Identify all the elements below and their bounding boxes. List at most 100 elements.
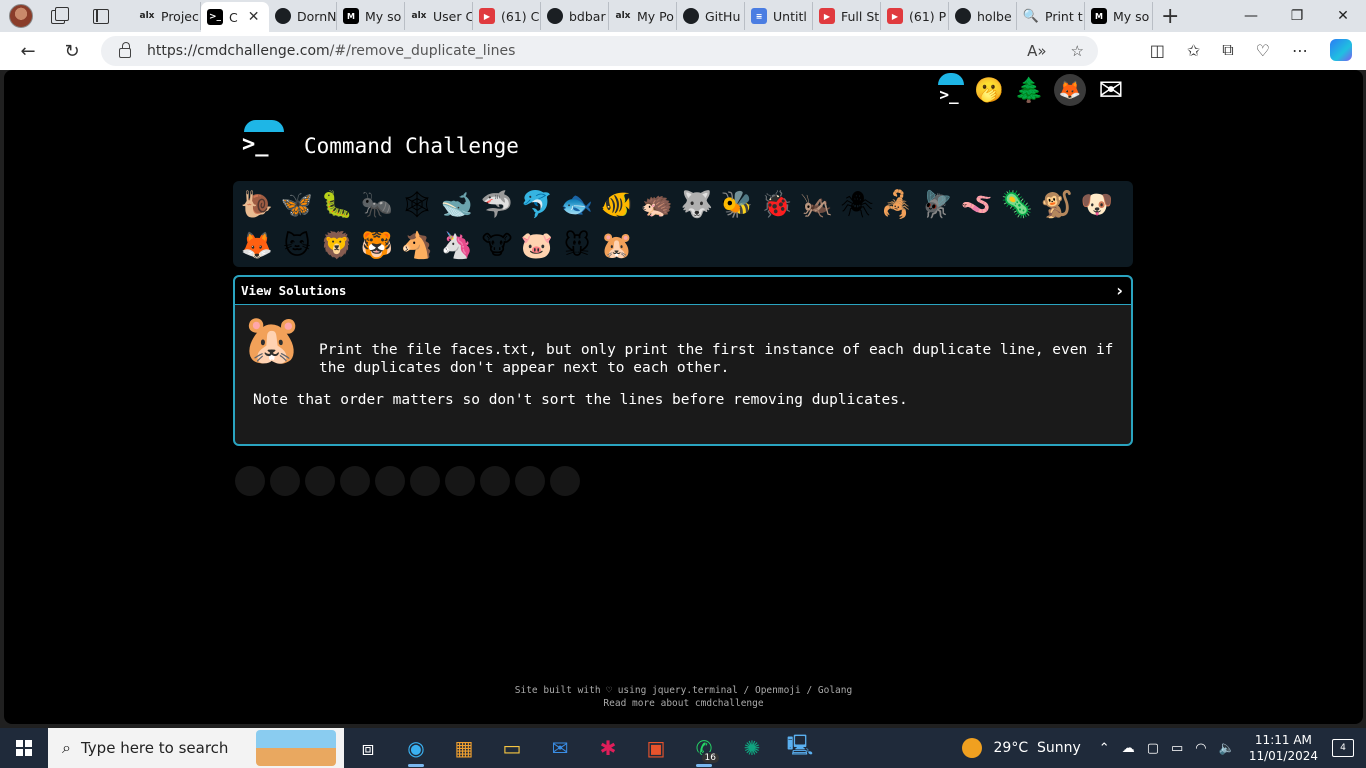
browser-tab[interactable]: ▶ (61) P <box>881 2 949 30</box>
challenge-animal-icon[interactable]: 🐌 <box>237 185 277 225</box>
edge-browser-icon[interactable]: ◉ <box>392 728 440 768</box>
challenge-animal-icon[interactable]: 🐞 <box>757 185 797 225</box>
profile-avatar[interactable] <box>9 4 33 28</box>
challenge-animal-icon[interactable]: 🐒 <box>1037 185 1077 225</box>
browser-tab[interactable]: DornN <box>269 2 337 30</box>
challenge-animal-icon[interactable]: 🕷 <box>837 185 877 225</box>
challenge-animal-icon[interactable]: 🐱 <box>277 226 317 266</box>
envelope-icon[interactable]: ✉ <box>1096 73 1126 108</box>
browser-tab[interactable]: GitHu <box>677 2 745 30</box>
tab-actions-icon[interactable] <box>91 6 111 26</box>
browser-tab[interactable]: ▶ (61) C <box>473 2 541 30</box>
challenge-animal-icon[interactable]: 🦔 <box>637 185 677 225</box>
task-view-icon[interactable]: ⧈ <box>344 728 392 768</box>
read-aloud-icon[interactable]: A» <box>1027 42 1046 60</box>
challenge-animal-icon[interactable]: 🦈 <box>477 185 517 225</box>
challenge-animal-icon[interactable]: 🦋 <box>277 185 317 225</box>
browser-tab[interactable]: M My so <box>337 2 405 30</box>
favorite-star-icon[interactable]: ☆ <box>1071 42 1084 60</box>
challenge-animal-icon[interactable]: 🐺 <box>677 185 717 225</box>
gitlab-icon[interactable]: 🦊 <box>1054 74 1086 106</box>
challenge-animal-icon[interactable]: 🐷 <box>517 226 557 266</box>
footer-credits[interactable]: Site built with ♡ using jquery.terminal … <box>4 684 1363 697</box>
split-screen-icon[interactable]: ◫ <box>1150 41 1165 60</box>
network-drive-icon[interactable]: ☁ <box>1122 741 1135 756</box>
whatsapp-icon[interactable]: ✆ 16 <box>680 728 728 768</box>
device-icon[interactable]: ▢ <box>1147 741 1159 756</box>
challenge-animal-icon[interactable]: 🐯 <box>357 226 397 266</box>
tree-icon[interactable]: 🌲 <box>1014 75 1044 105</box>
challenge-animal-icon[interactable]: 🐛 <box>317 185 357 225</box>
chatgpt-icon[interactable]: ✺ <box>728 728 776 768</box>
more-menu-icon[interactable]: ⋯ <box>1292 41 1308 60</box>
challenge-text: Print the file faces.txt, but only print… <box>319 342 1114 376</box>
challenge-animal-icon[interactable]: 🐝 <box>717 185 757 225</box>
notification-center-icon[interactable]: 4 <box>1332 739 1354 757</box>
challenge-animal-icon[interactable]: 🐮 <box>477 226 517 266</box>
challenge-animal-icon[interactable]: 🐠 <box>597 185 637 225</box>
browser-tab[interactable]: M My so <box>1085 2 1153 30</box>
mail-icon[interactable]: ✉ <box>536 728 584 768</box>
challenge-animal-icon[interactable]: 🦠 <box>997 185 1037 225</box>
lock-icon[interactable] <box>119 42 131 58</box>
browser-tab[interactable]: alx Projec <box>133 2 201 30</box>
tab-close-icon[interactable]: ✕ <box>248 9 260 25</box>
workspaces-icon[interactable] <box>49 6 69 26</box>
browser-tab[interactable]: ▶ Full St <box>813 2 881 30</box>
challenge-animal-icon[interactable]: 🐹 <box>597 226 637 266</box>
browser-tab[interactable]: alx User C <box>405 2 473 30</box>
challenge-animal-icon[interactable]: 🐜 <box>357 185 397 225</box>
surprised-face-icon[interactable]: 🫢 <box>974 75 1004 105</box>
browser-tab[interactable]: ≡ Untitl <box>745 2 813 30</box>
close-window-button[interactable]: ✕ <box>1320 0 1366 32</box>
loading-dot <box>480 466 510 496</box>
taskbar-clock[interactable]: 11:11 AM 11/01/2024 <box>1249 732 1318 764</box>
collections-icon[interactable]: ⧉ <box>1222 40 1233 60</box>
challenge-animal-icon[interactable]: 🐬 <box>517 185 557 225</box>
site-logo-icon[interactable]: >_ <box>240 120 284 164</box>
office-icon[interactable]: ▣ <box>632 728 680 768</box>
chevron-up-icon[interactable]: ⌃ <box>1099 741 1110 756</box>
minimize-button[interactable]: — <box>1228 0 1274 32</box>
challenge-animal-icon[interactable]: 🦗 <box>797 185 837 225</box>
wifi-icon[interactable]: ◠ <box>1195 741 1206 756</box>
browser-tab[interactable]: 🔍 Print t <box>1017 2 1085 30</box>
challenge-animal-icon[interactable]: 🐟 <box>557 185 597 225</box>
terminal-logo-icon[interactable]: >_ <box>934 73 964 105</box>
remote-desktop-icon[interactable]: 🖳 <box>776 728 824 768</box>
challenge-animal-icon[interactable]: 🪱 <box>957 185 997 225</box>
start-button[interactable] <box>0 728 48 768</box>
challenge-animal-icon[interactable]: 🐋 <box>437 185 477 225</box>
address-bar[interactable]: https://cmdchallenge.com/#/remove_duplic… <box>101 36 1098 66</box>
refresh-button[interactable]: ↻ <box>60 39 84 63</box>
view-solutions-toggle[interactable]: View Solutions › <box>235 277 1131 305</box>
restore-button[interactable]: ❐ <box>1274 0 1320 32</box>
browser-essentials-icon[interactable]: ♡ <box>1256 41 1270 60</box>
challenge-animal-icon[interactable]: 🕸 <box>397 185 437 225</box>
favorites-icon[interactable]: ✩ <box>1187 41 1200 60</box>
challenge-animal-icon[interactable]: 🐶 <box>1077 185 1117 225</box>
browser-tab[interactable]: holbe <box>949 2 1017 30</box>
file-explorer-icon[interactable]: ▭ <box>488 728 536 768</box>
browser-tab[interactable]: alx My Po <box>609 2 677 30</box>
new-tab-button[interactable]: + <box>1161 4 1179 29</box>
back-button[interactable]: ← <box>16 39 40 63</box>
tab-active[interactable]: >_ C ✕ <box>201 2 269 32</box>
microsoft-store-icon[interactable]: ▦ <box>440 728 488 768</box>
slack-icon[interactable]: ✱ <box>584 728 632 768</box>
challenge-animal-icon[interactable]: 🐴 <box>397 226 437 266</box>
copilot-icon[interactable] <box>1330 39 1352 61</box>
taskbar-search[interactable]: ⌕ Type here to search <box>48 728 344 768</box>
challenge-animal-icon[interactable]: 🐭 <box>557 226 597 266</box>
challenge-animal-icon[interactable]: 🪰 <box>917 185 957 225</box>
browser-tab[interactable]: bdbar <box>541 2 609 30</box>
volume-icon[interactable]: 🔈 <box>1219 741 1235 756</box>
challenge-animal-icon[interactable]: 🦄 <box>437 226 477 266</box>
challenge-animal-icon[interactable]: 🦁 <box>317 226 357 266</box>
challenge-animal-icon[interactable]: 🦊 <box>237 226 277 266</box>
weather-widget[interactable]: 29°C Sunny <box>961 738 1081 758</box>
footer-read-more-link[interactable]: Read more about cmdchallenge <box>4 697 1363 710</box>
battery-icon[interactable]: ▭ <box>1171 741 1183 756</box>
url-text[interactable]: https://cmdchallenge.com/#/remove_duplic… <box>147 43 515 59</box>
challenge-animal-icon[interactable]: 🦂 <box>877 185 917 225</box>
